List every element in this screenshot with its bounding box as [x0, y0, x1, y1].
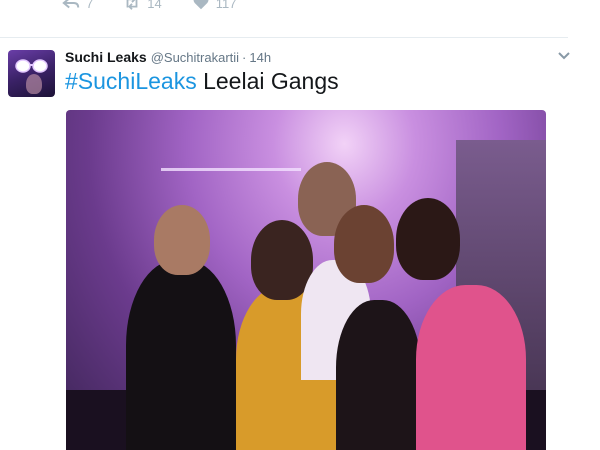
chevron-down-icon[interactable]	[558, 51, 570, 61]
photo-figure	[126, 260, 236, 450]
tweet-text-body: Leelai Gangs	[196, 68, 339, 94]
tweet-header: Suchi Leaks @Suchitrakartii · 14h	[65, 49, 271, 65]
like-icon	[193, 0, 209, 10]
retweet-icon	[126, 0, 138, 10]
like-action[interactable]: 117	[192, 0, 237, 12]
photo-shelf	[161, 168, 301, 171]
separator-dot: ·	[242, 50, 247, 65]
photo-figure	[336, 300, 421, 450]
tweet-text: #SuchiLeaks Leelai Gangs	[65, 68, 339, 95]
author-handle[interactable]: @Suchitrakartii	[151, 50, 239, 65]
photo-figure	[154, 205, 210, 275]
retweet-action[interactable]: 14	[123, 0, 162, 12]
timestamp[interactable]: 14h	[249, 50, 271, 65]
reply-icon	[62, 0, 80, 9]
avatar-figure	[26, 74, 42, 94]
previous-tweet-actions: 7 14 117	[62, 0, 266, 26]
photo-figure	[334, 205, 394, 283]
retweet-count: 14	[147, 0, 162, 11]
photo-figure	[416, 285, 526, 450]
tweet[interactable]: Suchi Leaks @Suchitrakartii · 14h #Suchi…	[0, 38, 600, 450]
photo-figure	[396, 198, 460, 280]
glasses-icon	[15, 59, 48, 73]
like-count: 117	[215, 0, 237, 11]
reply-count: 7	[86, 0, 94, 11]
reply-action[interactable]: 7	[62, 0, 93, 12]
author-name[interactable]: Suchi Leaks	[65, 49, 147, 65]
avatar[interactable]	[8, 50, 55, 97]
hashtag-link[interactable]: #SuchiLeaks	[65, 68, 197, 94]
tweet-photo[interactable]	[66, 110, 546, 450]
